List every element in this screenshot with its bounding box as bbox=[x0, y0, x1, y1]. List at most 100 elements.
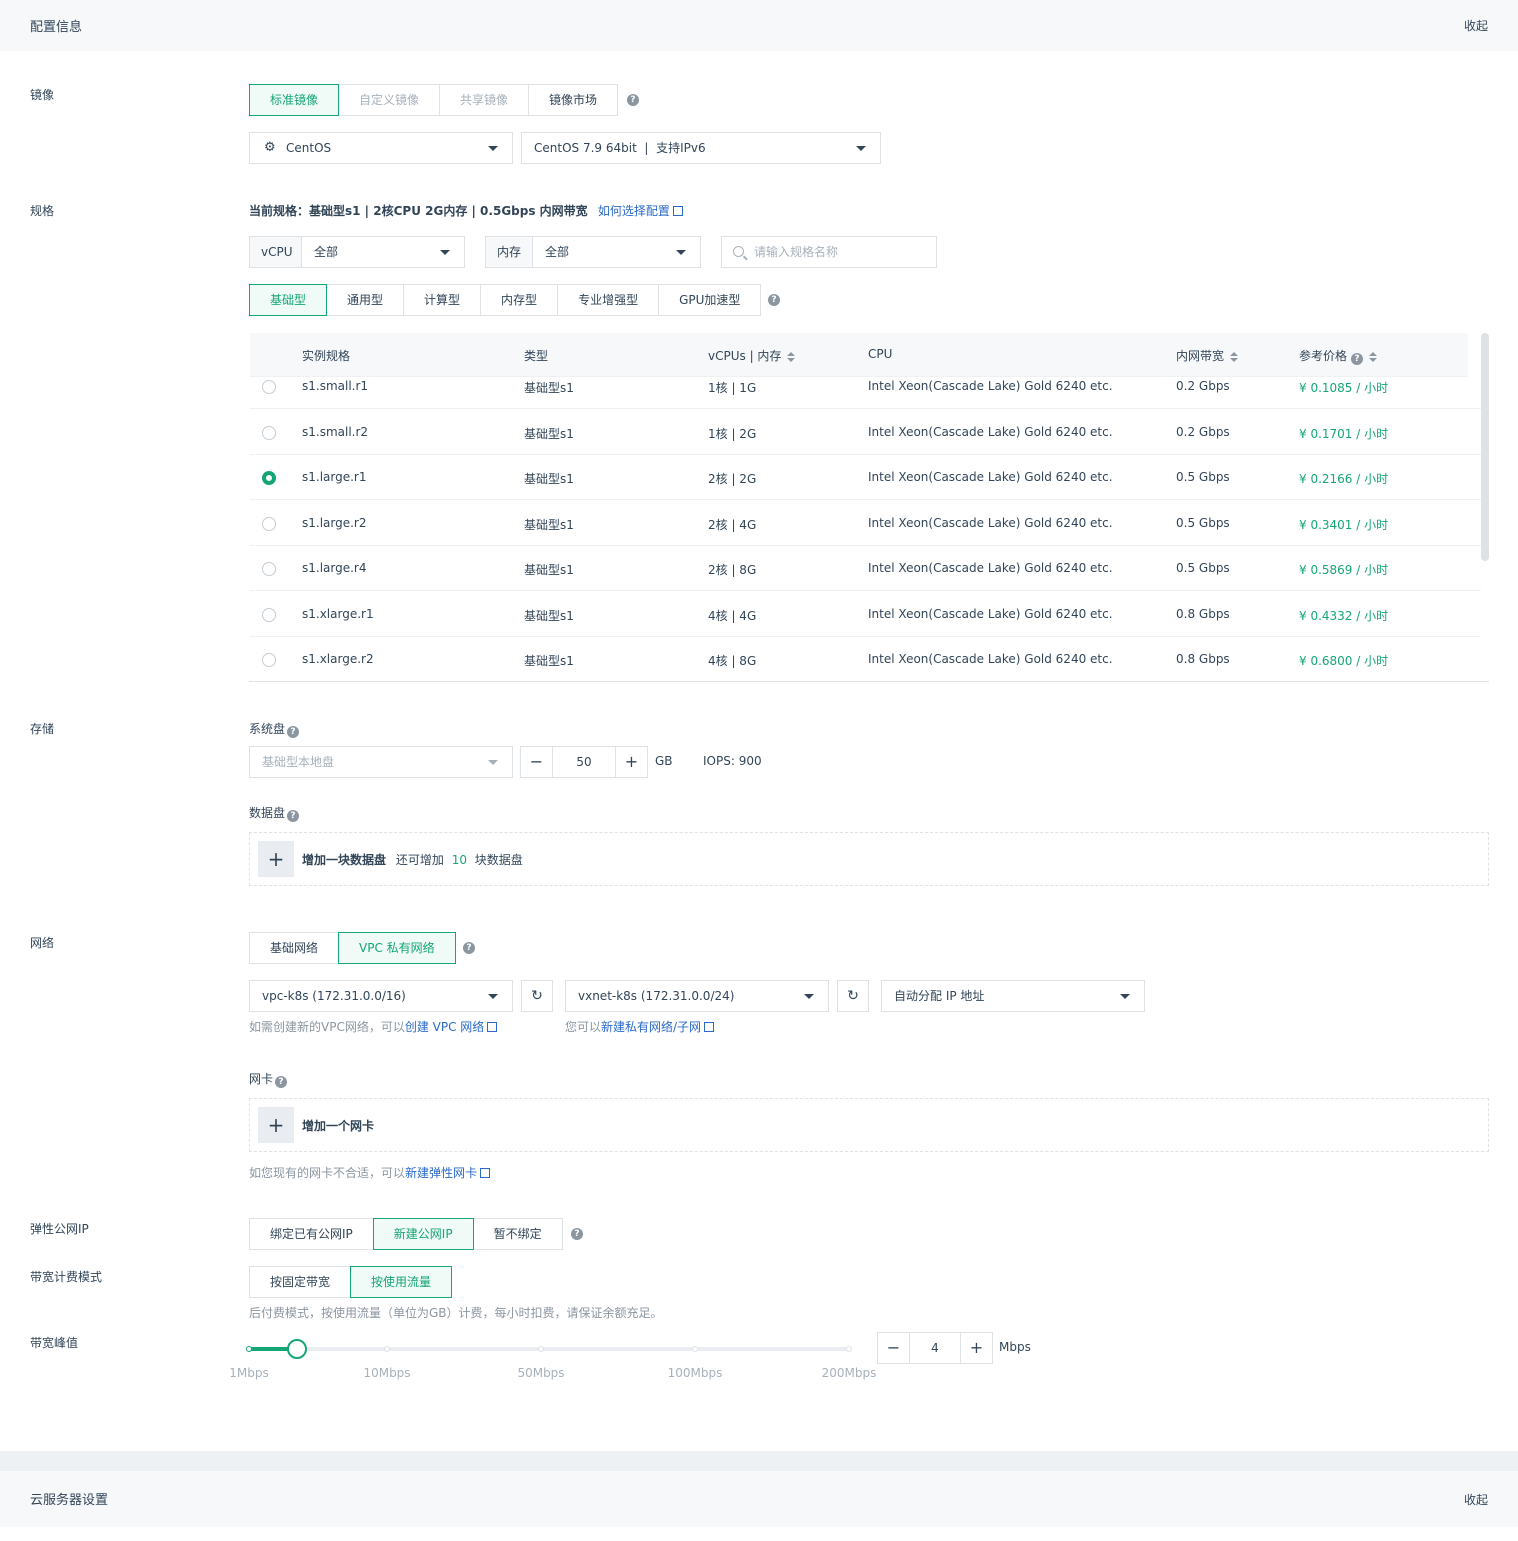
server-settings-collapse-button[interactable]: 收起 bbox=[1464, 1491, 1488, 1508]
row-radio[interactable] bbox=[262, 653, 276, 667]
col-vcpu[interactable]: vCPUs | 内存 bbox=[708, 347, 796, 364]
minus-button[interactable]: − bbox=[877, 1332, 910, 1364]
data-disk-help-icon[interactable]: ? bbox=[287, 810, 300, 822]
vcpu-select[interactable]: 全部 bbox=[301, 236, 465, 268]
slider-tick-label: 1Mbps bbox=[229, 1366, 269, 1380]
create-vxnet-link[interactable]: 新建私有网络/子网 bbox=[601, 1020, 715, 1034]
cell-type: 基础型s1 bbox=[524, 472, 574, 486]
vxnet-hint: 您可以新建私有网络/子网 bbox=[565, 1018, 715, 1035]
row-radio[interactable] bbox=[262, 426, 276, 440]
cell-instance: s1.large.r4 bbox=[302, 561, 367, 575]
os-select[interactable]: ⚙ CentOS bbox=[249, 132, 513, 164]
row-radio[interactable] bbox=[262, 517, 276, 531]
row-radio[interactable] bbox=[262, 380, 276, 394]
vpc-hint: 如需创建新的VPC网络，可以创建 VPC 网络 bbox=[249, 1018, 498, 1035]
tab-basic[interactable]: 基础型 bbox=[249, 284, 328, 316]
system-disk-label: 系统盘? bbox=[249, 720, 300, 738]
tab-new-eip[interactable]: 新建公网IP bbox=[372, 1218, 474, 1250]
vpc-refresh-button[interactable]: ↻ bbox=[521, 980, 553, 1012]
external-link-icon bbox=[480, 1168, 491, 1178]
vxnet-refresh-button[interactable]: ↻ bbox=[837, 980, 869, 1012]
tab-no-eip[interactable]: 暂不绑定 bbox=[472, 1218, 563, 1250]
create-nic-link[interactable]: 新建弹性网卡 bbox=[405, 1166, 491, 1180]
tab-general[interactable]: 通用型 bbox=[326, 284, 405, 316]
config-collapse-button[interactable]: 收起 bbox=[1464, 17, 1488, 34]
tab-image-market[interactable]: 镜像市场 bbox=[528, 84, 619, 116]
eip-help-icon[interactable]: ? bbox=[571, 1228, 583, 1240]
sort-icon[interactable] bbox=[787, 351, 796, 362]
tab-standard-image[interactable]: 标准镜像 bbox=[249, 84, 340, 116]
os-version-select[interactable]: CentOS 7.9 64bit | 支持IPv6 bbox=[521, 132, 881, 164]
create-vpc-link[interactable]: 创建 VPC 网络 bbox=[405, 1020, 498, 1034]
tab-custom-image[interactable]: 自定义镜像 bbox=[338, 84, 441, 116]
bandwidth-slider-track[interactable] bbox=[249, 1347, 849, 1351]
nic-help-icon[interactable]: ? bbox=[275, 1076, 288, 1088]
slider-tick-dot bbox=[692, 1346, 698, 1352]
how-choose-link[interactable]: 如何选择配置 bbox=[598, 204, 683, 218]
cell-bandwidth: 0.2 Gbps bbox=[1176, 379, 1230, 393]
sort-icon[interactable] bbox=[1369, 351, 1378, 362]
ip-select[interactable]: 自动分配 IP 地址 bbox=[881, 980, 1145, 1012]
system-disk-size-input[interactable]: 50 bbox=[552, 746, 616, 778]
tab-fixed-bandwidth[interactable]: 按固定带宽 bbox=[249, 1266, 352, 1298]
tab-compute[interactable]: 计算型 bbox=[403, 284, 482, 316]
vpc-select[interactable]: vpc-k8s (172.31.0.0/16) bbox=[249, 980, 513, 1012]
cell-price: ¥ 0.2166 / 小时 bbox=[1299, 472, 1389, 486]
nic-label: 网卡? bbox=[249, 1070, 288, 1088]
memory-addon: 内存 bbox=[485, 236, 534, 268]
server-settings-title: 云服务器设置 bbox=[30, 1493, 109, 1508]
external-link-icon bbox=[487, 1022, 498, 1032]
image-label: 镜像 bbox=[30, 88, 55, 102]
memory-select[interactable]: 全部 bbox=[532, 236, 701, 268]
add-nic-button[interactable]: 增加一个网卡 bbox=[302, 1117, 374, 1134]
tab-shared-image[interactable]: 共享镜像 bbox=[439, 84, 530, 116]
tab-memory[interactable]: 内存型 bbox=[480, 284, 559, 316]
table-row[interactable]: s1.xlarge.r2 基础型s1 4核 | 8G Intel Xeon(Casca… bbox=[250, 636, 1481, 682]
plus-icon[interactable]: + bbox=[258, 841, 294, 877]
table-row[interactable]: s1.xlarge.r1 基础型s1 4核 | 4G Intel Xeon(Casca… bbox=[250, 591, 1481, 637]
image-help-icon[interactable]: ? bbox=[627, 94, 639, 106]
add-nic-area[interactable]: + 增加一个网卡 bbox=[249, 1098, 1489, 1152]
table-scrollbar[interactable] bbox=[1481, 333, 1489, 561]
system-disk-type-select[interactable]: 基础型本地盘 bbox=[249, 746, 513, 778]
slider-tick-dot bbox=[846, 1346, 852, 1352]
tab-gpu[interactable]: GPU加速型 bbox=[658, 284, 762, 316]
row-radio[interactable] bbox=[262, 608, 276, 622]
system-disk-iops: IOPS: 900 bbox=[703, 754, 762, 768]
spec-type-help-icon[interactable]: ? bbox=[768, 294, 780, 306]
tab-basic-network[interactable]: 基础网络 bbox=[249, 932, 340, 964]
bandwidth-slider-handle[interactable] bbox=[287, 1339, 307, 1359]
chevron-down-icon bbox=[488, 760, 498, 765]
sort-icon[interactable] bbox=[1230, 351, 1239, 362]
eip-label: 弹性公网IP bbox=[30, 1222, 89, 1236]
cell-type: 基础型s1 bbox=[524, 609, 574, 623]
tab-bind-existing-eip[interactable]: 绑定已有公网IP bbox=[249, 1218, 374, 1250]
bandwidth-input[interactable]: 4 bbox=[909, 1332, 961, 1364]
tab-pro-enhanced[interactable]: 专业增强型 bbox=[557, 284, 660, 316]
table-row[interactable]: s1.small.r1 基础型s1 1核 | 1G Intel Xeon(Cascad… bbox=[250, 363, 1481, 409]
tab-vpc-network[interactable]: VPC 私有网络 bbox=[338, 932, 456, 964]
vxnet-select[interactable]: vxnet-k8s (172.31.0.0/24) bbox=[565, 980, 829, 1012]
bandwidth-unit: Mbps bbox=[999, 1340, 1031, 1354]
minus-button[interactable]: − bbox=[520, 746, 553, 778]
data-disk-label-text: 数据盘 bbox=[249, 806, 286, 820]
system-disk-help-icon[interactable]: ? bbox=[287, 726, 300, 738]
tab-traffic-billing[interactable]: 按使用流量 bbox=[350, 1266, 453, 1298]
col-bandwidth[interactable]: 内网带宽 bbox=[1176, 347, 1239, 364]
plus-button[interactable]: + bbox=[960, 1332, 993, 1364]
plus-button[interactable]: + bbox=[615, 746, 648, 778]
current-spec-label: 当前规格： bbox=[249, 204, 310, 218]
row-radio[interactable] bbox=[262, 471, 276, 485]
add-data-disk-area[interactable]: + 增加一块数据盘 还可增加 10 块数据盘 bbox=[249, 832, 1489, 886]
table-row[interactable]: s1.large.r1 基础型s1 2核 | 2G Intel Xeon(Cascad… bbox=[250, 454, 1481, 500]
cell-type: 基础型s1 bbox=[524, 381, 574, 395]
add-data-disk-button[interactable]: 增加一块数据盘 bbox=[302, 853, 386, 867]
table-row[interactable]: s1.large.r4 基础型s1 2核 | 8G Intel Xeon(Cascad… bbox=[250, 545, 1481, 591]
network-help-icon[interactable]: ? bbox=[463, 942, 475, 954]
table-row[interactable]: s1.large.r2 基础型s1 2核 | 4G Intel Xeon(Cascad… bbox=[250, 500, 1481, 546]
bandwidth-label: 带宽峰值 bbox=[30, 1336, 79, 1350]
plus-icon[interactable]: + bbox=[258, 1107, 294, 1143]
table-row[interactable]: s1.small.r2 基础型s1 1核 | 2G Intel Xeon(Cascad… bbox=[250, 409, 1481, 455]
row-radio[interactable] bbox=[262, 562, 276, 576]
spec-search-input[interactable]: 请输入规格名称 bbox=[721, 236, 937, 268]
